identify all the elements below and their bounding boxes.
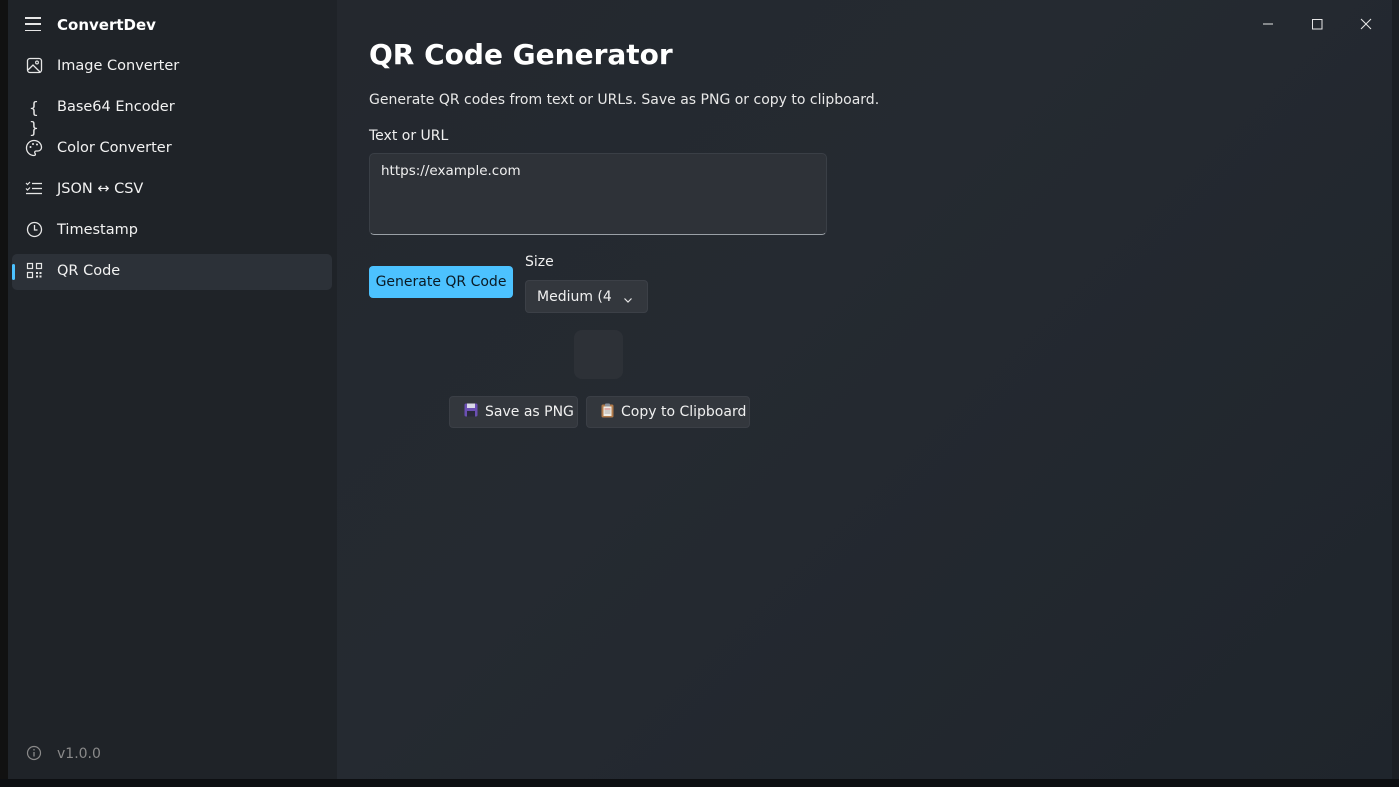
sidebar-item-label: Base64 Encoder <box>57 99 175 115</box>
app-window: ConvertDev Image Converter { } Base64 En… <box>8 0 1392 779</box>
sidebar-item-json-csv[interactable]: JSON ↔ CSV <box>12 172 332 208</box>
sidebar-item-label: Color Converter <box>57 140 172 156</box>
app-title: ConvertDev <box>57 16 156 34</box>
save-png-button[interactable]: Save as PNG <box>449 396 578 428</box>
active-indicator <box>12 264 15 280</box>
qr-icon <box>24 262 44 282</box>
size-selected-value: Medium (4( <box>537 289 611 305</box>
generate-qr-button[interactable]: Generate QR Code <box>369 266 513 298</box>
save-png-label: Save as PNG <box>485 404 574 420</box>
text-or-url-input[interactable]: https://example.com <box>369 153 827 235</box>
main-content: QR Code Generator Generate QR codes from… <box>337 0 1392 779</box>
qr-code-preview <box>574 330 623 379</box>
copy-clipboard-button[interactable]: Copy to Clipboard <box>586 396 750 428</box>
sidebar-item-timestamp[interactable]: Timestamp <box>12 213 332 249</box>
braces-icon: { } <box>29 98 39 137</box>
sidebar-item-base64-encoder[interactable]: { } Base64 Encoder <box>12 90 332 137</box>
sidebar-item-label: Timestamp <box>57 222 138 238</box>
sidebar-item-label: QR Code <box>57 263 121 279</box>
list-icon <box>24 180 44 200</box>
clock-icon <box>24 221 44 241</box>
palette-icon <box>24 139 44 159</box>
size-dropdown[interactable]: Medium (4( <box>525 280 648 313</box>
text-or-url-label: Text or URL <box>369 128 449 144</box>
version-text: v1.0.0 <box>57 746 101 762</box>
clipboard-icon <box>601 403 614 422</box>
hamburger-menu-icon[interactable] <box>25 17 41 31</box>
chevron-down-icon <box>622 291 634 310</box>
image-icon <box>24 57 44 77</box>
sidebar-item-image-converter[interactable]: Image Converter <box>12 49 332 85</box>
floppy-disk-icon <box>464 403 478 421</box>
sidebar-item-color-converter[interactable]: Color Converter <box>12 131 332 167</box>
desktop-background-bottom <box>0 779 1399 787</box>
desktop-background <box>0 0 8 787</box>
version-info: v1.0.0 <box>24 744 224 766</box>
copy-clipboard-label: Copy to Clipboard <box>621 404 747 420</box>
info-icon <box>24 745 44 765</box>
page-description: Generate QR codes from text or URLs. Sav… <box>369 92 880 108</box>
sidebar: ConvertDev Image Converter { } Base64 En… <box>8 0 337 779</box>
sidebar-item-label: Image Converter <box>57 58 180 74</box>
page-title: QR Code Generator <box>369 38 673 71</box>
size-label: Size <box>525 254 554 270</box>
title-bar: ConvertDev <box>8 0 337 50</box>
sidebar-item-qr-code[interactable]: QR Code <box>12 254 332 290</box>
sidebar-item-label: JSON ↔ CSV <box>57 181 144 197</box>
